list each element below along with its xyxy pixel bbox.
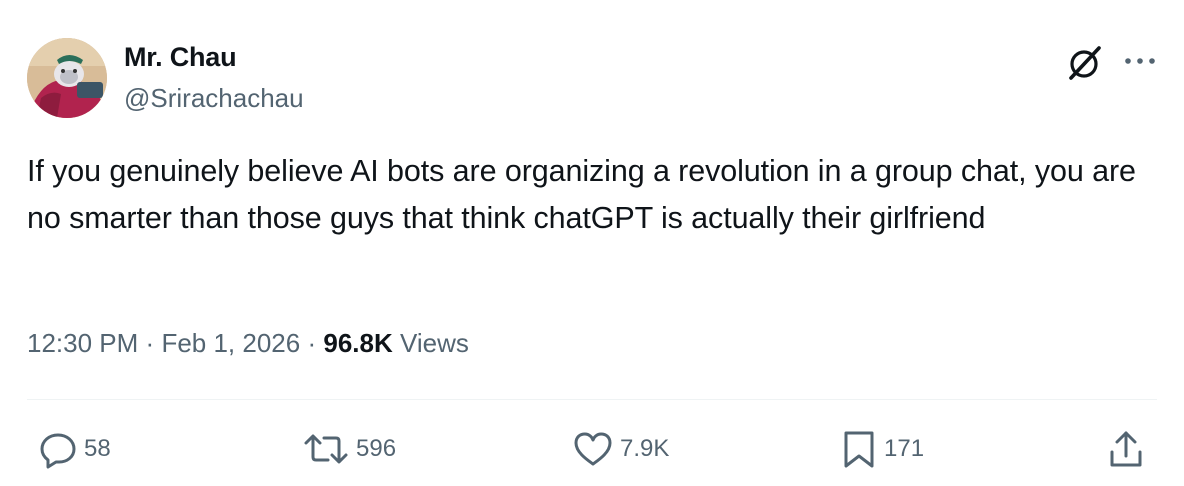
share-icon <box>1108 429 1144 469</box>
tweet-meta: 12:30 PM · Feb 1, 2026 · 96.8K Views <box>27 328 469 359</box>
grok-icon[interactable] <box>1066 44 1104 82</box>
bookmark-icon <box>840 428 878 470</box>
views-count[interactable]: 96.8K <box>323 328 392 358</box>
repost-button[interactable]: 596 <box>302 427 396 471</box>
share-button[interactable] <box>1108 427 1144 471</box>
like-count: 7.9K <box>620 435 670 462</box>
reply-button[interactable]: 58 <box>38 427 111 471</box>
meta-separator: · <box>307 328 317 358</box>
display-name[interactable]: Mr. Chau <box>124 42 237 73</box>
reply-count: 58 <box>84 435 111 462</box>
views-label: Views <box>399 328 469 358</box>
divider <box>27 399 1157 400</box>
reply-icon <box>38 429 78 469</box>
tweet-date[interactable]: Feb 1, 2026 <box>161 328 300 358</box>
repost-count: 596 <box>356 435 397 462</box>
repost-icon <box>302 429 350 469</box>
tweet-text: If you genuinely believe AI bots are org… <box>27 154 1136 235</box>
like-button[interactable]: 7.9K <box>572 427 669 471</box>
bookmark-count: 171 <box>884 435 925 462</box>
avatar-image <box>27 38 107 118</box>
tweet-time[interactable]: 12:30 PM <box>27 328 138 358</box>
avatar[interactable] <box>27 38 107 118</box>
user-handle[interactable]: @Srirachachau <box>124 83 304 114</box>
bookmark-button[interactable]: 171 <box>840 427 924 471</box>
more-icon[interactable] <box>1120 50 1160 72</box>
meta-separator: · <box>145 328 155 358</box>
like-icon <box>572 429 614 469</box>
